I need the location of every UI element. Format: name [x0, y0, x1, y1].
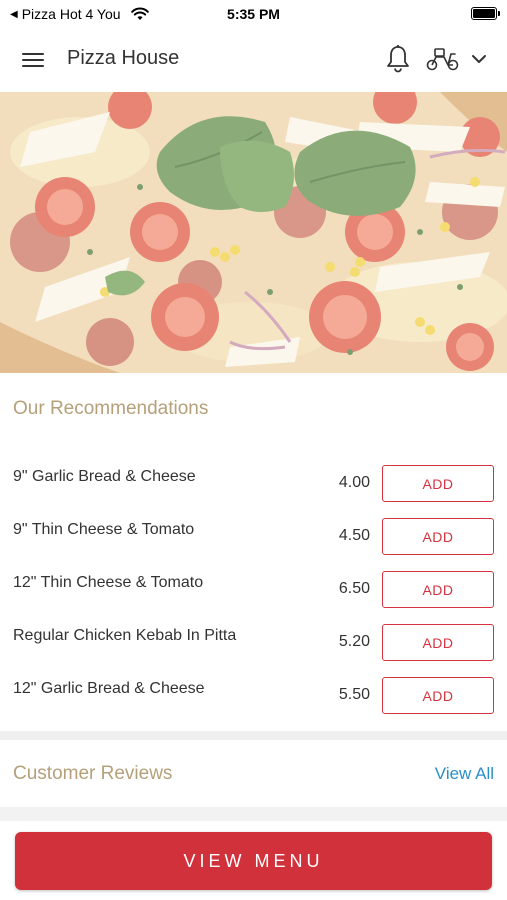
view-all-link[interactable]: View All [435, 764, 494, 784]
battery-icon [471, 7, 500, 20]
hamburger-menu-icon[interactable] [22, 50, 46, 70]
status-time: 5:35 PM [227, 6, 280, 22]
reviews-title: Customer Reviews [13, 763, 173, 784]
item-price: 4.00 [338, 474, 370, 491]
item-price: 5.20 [338, 633, 370, 650]
item-name: 12" Garlic Bread & Cheese [13, 680, 205, 697]
item-price: 5.50 [338, 686, 370, 703]
list-item: 9" Thin Cheese & Tomato 4.50 ADD [0, 513, 507, 555]
bell-icon[interactable] [384, 44, 412, 74]
add-button[interactable]: ADD [382, 677, 494, 714]
app-header: Pizza House [0, 28, 507, 92]
page-title: Pizza House [67, 47, 180, 69]
reviews-section: Customer Reviews View All [0, 740, 507, 807]
item-price: 4.50 [338, 527, 370, 544]
item-name: Regular Chicken Kebab In Pitta [13, 627, 237, 644]
add-button[interactable]: ADD [382, 571, 494, 608]
list-item: Regular Chicken Kebab In Pitta 5.20 ADD [0, 619, 507, 661]
item-name: 12" Thin Cheese & Tomato [13, 574, 204, 591]
chevron-down-icon[interactable] [470, 50, 488, 68]
delivery-scooter-icon[interactable] [425, 46, 461, 72]
item-name: 9" Thin Cheese & Tomato [13, 521, 195, 538]
item-name: 9" Garlic Bread & Cheese [13, 468, 196, 485]
section-divider [0, 731, 507, 740]
add-button[interactable]: ADD [382, 465, 494, 502]
item-price: 6.50 [338, 580, 370, 597]
list-item: 12" Thin Cheese & Tomato 6.50 ADD [0, 566, 507, 608]
view-menu-button[interactable]: VIEW MENU [15, 832, 492, 890]
status-bar: ◀ Pizza Hot 4 You 5:35 PM [0, 0, 507, 28]
recommendations-section: Our Recommendations 9" Garlic Bread & Ch… [0, 373, 507, 731]
list-item: 12" Garlic Bread & Cheese 5.50 ADD [0, 672, 507, 714]
recommendations-title: Our Recommendations [13, 398, 209, 419]
add-button[interactable]: ADD [382, 518, 494, 555]
add-button[interactable]: ADD [382, 624, 494, 661]
list-item: 9" Garlic Bread & Cheese 4.00 ADD [0, 460, 507, 502]
pizza-hero-image [0, 92, 507, 373]
